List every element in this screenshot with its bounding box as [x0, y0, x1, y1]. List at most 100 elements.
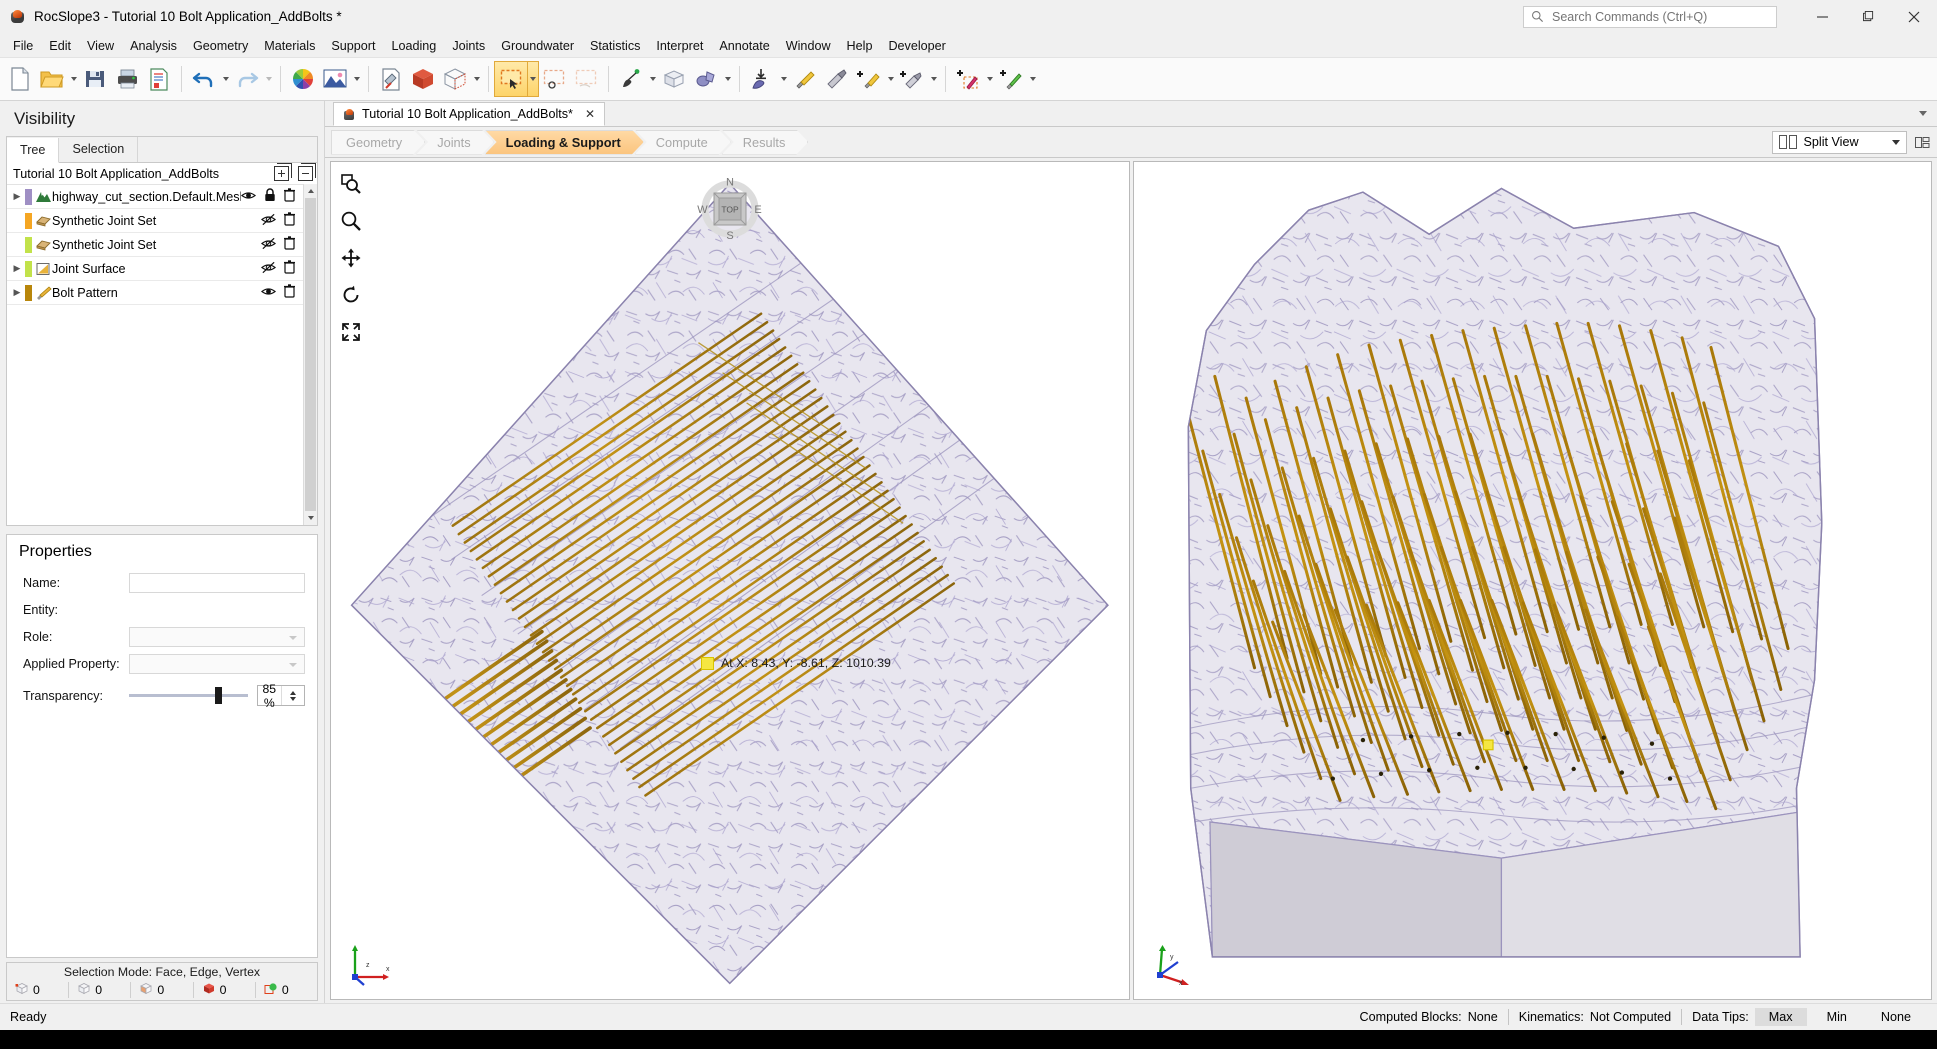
add-pattern-button[interactable] [952, 62, 984, 96]
scroll-thumb[interactable] [305, 198, 316, 511]
twisty-icon[interactable]: ▶ [9, 191, 25, 202]
workflow-step-loading-support[interactable]: Loading & Support [485, 130, 644, 155]
menu-file[interactable]: File [5, 36, 41, 56]
add-bolt-plus-caret[interactable] [885, 62, 896, 96]
menu-help[interactable]: Help [839, 36, 881, 56]
twisty-icon[interactable]: ▶ [9, 263, 25, 274]
trash-icon[interactable] [284, 236, 295, 253]
tab-tree[interactable]: Tree [7, 138, 60, 163]
name-field[interactable] [129, 572, 305, 593]
report-button[interactable] [143, 62, 175, 96]
freehand-select-button[interactable] [570, 62, 602, 96]
rectangle-select-button[interactable] [494, 61, 528, 97]
menu-developer[interactable]: Developer [880, 36, 953, 56]
color-palette-button[interactable] [287, 62, 319, 96]
menu-statistics[interactable]: Statistics [582, 36, 648, 56]
menu-joints[interactable]: Joints [444, 36, 493, 56]
add-pattern-caret[interactable] [984, 62, 995, 96]
eye-visible-icon[interactable] [261, 286, 276, 300]
data-tips-max-button[interactable]: Max [1754, 1008, 1807, 1026]
redo-button[interactable] [231, 62, 263, 96]
split-view-dropdown[interactable]: Split View [1772, 130, 1907, 154]
transparency-slider[interactable] [129, 687, 248, 704]
tree-scrollbar[interactable] [303, 184, 317, 525]
table-row[interactable]: ▶ Joint Surface [7, 257, 303, 281]
eye-hidden-icon[interactable] [261, 237, 276, 253]
trash-icon[interactable] [284, 284, 295, 301]
menu-support[interactable]: Support [323, 36, 383, 56]
menu-interpret[interactable]: Interpret [648, 36, 711, 56]
block-view-button[interactable] [658, 62, 690, 96]
chevron-down-icon[interactable] [1919, 111, 1927, 116]
pan-arrows-icon[interactable] [339, 246, 363, 270]
twisty-icon[interactable]: ▶ [9, 287, 25, 298]
expand-all-button[interactable] [274, 163, 292, 181]
search-input[interactable] [1550, 8, 1776, 25]
menu-window[interactable]: Window [778, 36, 839, 56]
undo-caret[interactable] [220, 62, 231, 96]
workflow-step-geometry[interactable]: Geometry [331, 130, 425, 155]
rectangle-select-caret[interactable] [526, 61, 539, 97]
add-bolt-plus-button[interactable] [853, 62, 885, 96]
workflow-step-compute[interactable]: Compute [635, 130, 731, 155]
eye-hidden-icon[interactable] [261, 261, 276, 277]
add-surface-plus-button[interactable] [896, 62, 928, 96]
image-capture-caret[interactable] [351, 62, 362, 96]
save-button[interactable] [79, 62, 111, 96]
rotate-ccw-icon[interactable] [339, 283, 363, 307]
viewport-top[interactable]: TOP N S E W At X: 8.43, Y: -8.61, Z: 101… [330, 161, 1130, 1000]
pin-probe-button[interactable] [615, 62, 647, 96]
add-green-bolt-button[interactable] [995, 62, 1027, 96]
scroll-down-button[interactable] [304, 511, 317, 525]
add-surface-plus-caret[interactable] [928, 62, 939, 96]
solid-model-button[interactable] [407, 62, 439, 96]
open-file-button[interactable] [36, 62, 68, 96]
pin-probe-caret[interactable] [647, 62, 658, 96]
eye-visible-icon[interactable] [241, 190, 256, 204]
new-file-button[interactable] [4, 62, 36, 96]
add-bolt-button[interactable] [789, 62, 821, 96]
menu-annotate[interactable]: Annotate [711, 36, 777, 56]
trash-icon[interactable] [284, 260, 295, 277]
lock-closed-icon[interactable] [264, 188, 276, 205]
close-window-button[interactable] [1891, 0, 1937, 33]
table-row[interactable]: ▶ Bolt Pattern [7, 281, 303, 305]
tab-selection[interactable]: Selection [59, 137, 139, 162]
workflow-step-joints[interactable]: Joints [416, 130, 493, 155]
maximize-button[interactable] [1845, 0, 1891, 33]
document-tab[interactable]: Tutorial 10 Bolt Application_AddBolts* ✕ [333, 102, 606, 126]
trash-icon[interactable] [284, 188, 295, 205]
search-commands-box[interactable] [1523, 5, 1777, 28]
minimize-button[interactable] [1799, 0, 1845, 33]
close-icon[interactable]: ✕ [585, 107, 595, 121]
data-tips-min-button[interactable]: Min [1813, 1008, 1861, 1026]
applied-property-combo[interactable] [129, 653, 305, 674]
view-compass[interactable]: TOP N S E W [697, 176, 763, 243]
zoom-all-icon[interactable] [339, 320, 363, 344]
mesh-view-button[interactable] [439, 62, 471, 96]
table-row[interactable]: Synthetic Joint Set [7, 209, 303, 233]
transparency-stepper[interactable]: 85 % [257, 682, 305, 710]
menu-loading[interactable]: Loading [383, 36, 444, 56]
viewport-perspective[interactable]: y x [1132, 161, 1932, 1000]
circle-select-button[interactable] [538, 62, 570, 96]
mesh-view-caret[interactable] [471, 62, 482, 96]
menu-groundwater[interactable]: Groundwater [493, 36, 582, 56]
redo-caret[interactable] [263, 62, 274, 96]
geometry-tools-button[interactable] [375, 62, 407, 96]
view-layout-icon[interactable] [1913, 132, 1931, 152]
bolt-surface-button[interactable] [821, 62, 853, 96]
add-green-bolt-caret[interactable] [1027, 62, 1038, 96]
role-combo[interactable] [129, 626, 305, 647]
import-support-button[interactable] [746, 62, 778, 96]
eye-hidden-icon[interactable] [261, 213, 276, 229]
table-row[interactable]: ▶ highway_cut_section.Default.Mesh_ [7, 185, 303, 209]
menu-view[interactable]: View [79, 36, 122, 56]
table-row[interactable]: Synthetic Joint Set [7, 233, 303, 257]
joint-blobs-caret[interactable] [722, 62, 733, 96]
transparency-slider-thumb[interactable] [215, 687, 222, 704]
stepper-arrows[interactable] [280, 686, 305, 705]
trash-icon[interactable] [284, 212, 295, 229]
menu-analysis[interactable]: Analysis [122, 36, 185, 56]
workflow-step-results[interactable]: Results [722, 130, 809, 155]
